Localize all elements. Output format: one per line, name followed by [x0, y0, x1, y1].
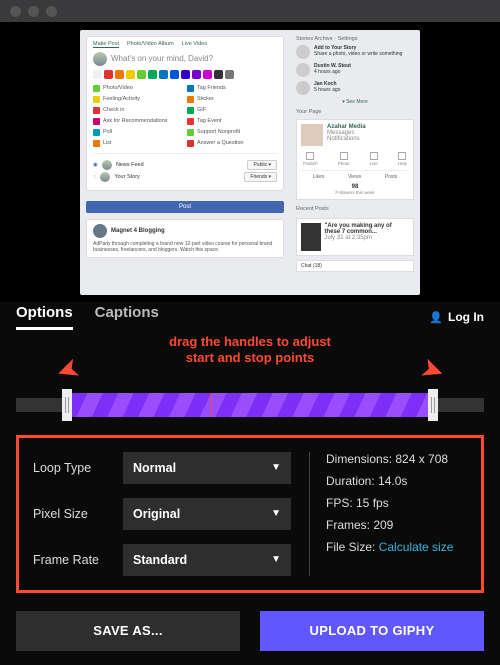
loop-type-label: Loop Type — [33, 461, 111, 475]
color-swatches — [93, 70, 277, 79]
frame-rate-select[interactable]: Standard — [123, 544, 291, 576]
preview-frame: Make Post Photo/Video Album Live Video W… — [80, 30, 420, 295]
info-duration: Duration: 14.0s — [326, 474, 467, 488]
save-as-button[interactable]: SAVE AS... — [16, 611, 240, 651]
composer-prompt: What's on your mind, David? — [93, 52, 277, 66]
annotation-text: drag the handles to adjust start and sto… — [16, 334, 484, 367]
upload-giphy-button[interactable]: UPLOAD TO GIPHY — [260, 611, 484, 651]
file-info: Dimensions: 824 x 708 Duration: 14.0s FP… — [309, 452, 467, 576]
trim-handle-end[interactable] — [428, 389, 438, 421]
composer-tabs: Make Post Photo/Video Album Live Video — [93, 41, 277, 48]
tab-row: Options Captions 👤 Log In — [16, 302, 484, 336]
tab-options[interactable]: Options — [16, 304, 73, 330]
options-panel: Loop Type Normal Pixel Size Original Fra… — [16, 435, 484, 593]
feed-text: AdPady through completing a brand new 12… — [93, 241, 277, 253]
info-frames: Frames: 209 — [326, 518, 467, 532]
info-fps: FPS: 15 fps — [326, 496, 467, 510]
frame-rate-label: Frame Rate — [33, 553, 111, 567]
tab-captions[interactable]: Captions — [95, 304, 159, 330]
loop-type-select[interactable]: Normal — [123, 452, 291, 484]
annotation-arrows: ➤ ➤ — [16, 367, 484, 383]
window-titlebar — [0, 0, 500, 22]
post-button: Post — [86, 201, 284, 213]
trim-handle-start[interactable] — [62, 389, 72, 421]
playhead[interactable] — [211, 393, 212, 417]
video-preview: Make Post Photo/Video Album Live Video W… — [0, 22, 500, 302]
calculate-size-link[interactable]: Calculate size — [379, 540, 454, 554]
pixel-size-label: Pixel Size — [33, 507, 111, 521]
feed-author: Magnet 4 Blogging — [111, 228, 165, 234]
selected-range — [72, 393, 428, 417]
composer-options: Photo/VideoTag FriendsFeeling/ActivitySt… — [93, 84, 277, 148]
pixel-size-select[interactable]: Original — [123, 498, 291, 530]
login-link[interactable]: 👤 Log In — [429, 310, 484, 324]
trim-timeline[interactable] — [16, 389, 484, 421]
info-dimensions: Dimensions: 824 x 708 — [326, 452, 467, 466]
user-icon: 👤 — [429, 311, 443, 324]
audience-rows: ◉News FeedPublic ▾○Your StoryFriends ▾ — [93, 153, 277, 182]
close-dot[interactable] — [10, 6, 21, 17]
zoom-dot[interactable] — [46, 6, 57, 17]
minimize-dot[interactable] — [28, 6, 39, 17]
info-filesize: File Size: Calculate size — [326, 540, 467, 554]
